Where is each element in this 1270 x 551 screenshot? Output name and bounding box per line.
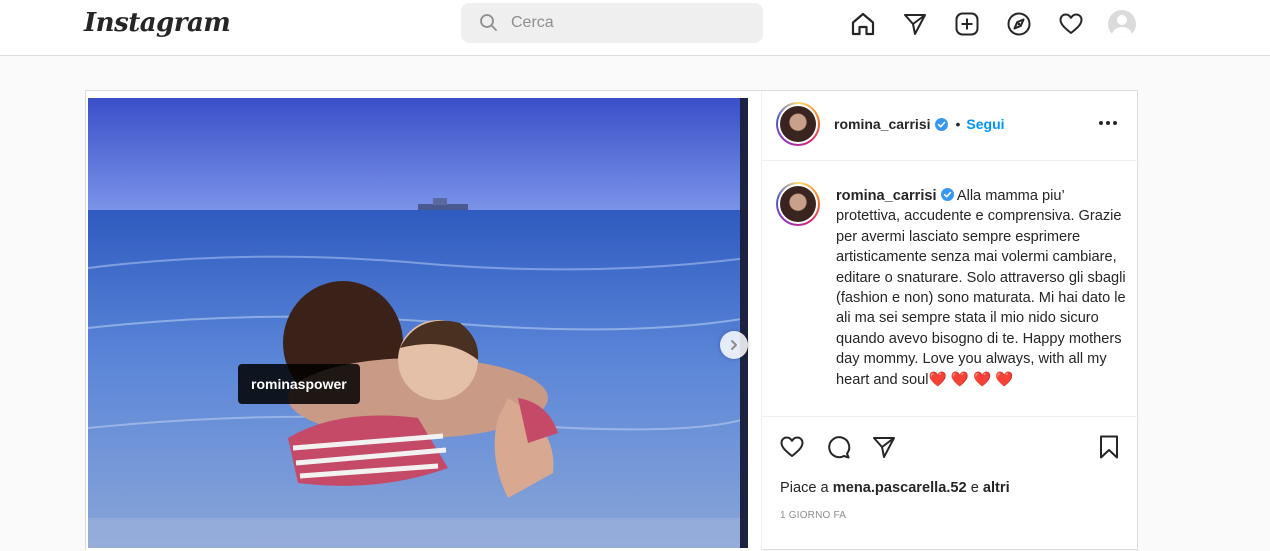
caption-author-username[interactable]: romina_carrisi — [836, 188, 937, 204]
new-post-icon[interactable] — [952, 9, 982, 39]
author-row: romina_carrisi • Segui — [834, 116, 1005, 132]
home-icon[interactable] — [848, 9, 878, 39]
post-sidebar: romina_carrisi • Segui romina_carrisi Al… — [761, 91, 1139, 551]
search-input[interactable] — [511, 14, 751, 32]
post-photo[interactable] — [88, 98, 748, 548]
nav-icons — [848, 8, 1136, 40]
search-box[interactable] — [461, 3, 763, 43]
author-username[interactable]: romina_carrisi — [834, 116, 931, 132]
chevron-right-icon — [731, 340, 737, 350]
follow-button[interactable]: Segui — [966, 116, 1004, 132]
explore-icon[interactable] — [1004, 9, 1034, 39]
action-icons — [778, 433, 916, 461]
post-caption: romina_carrisi Alla mamma piu’ protettiv… — [836, 186, 1128, 390]
verified-badge-icon — [940, 187, 954, 201]
share-icon[interactable] — [870, 433, 898, 461]
comments-area: romina_carrisi Alla mamma piu’ protettiv… — [762, 162, 1139, 416]
more-options-icon[interactable] — [1096, 111, 1120, 135]
likes-summary: Piace a mena.pascarella.52 e altri — [780, 480, 1010, 496]
caption-author-avatar[interactable] — [776, 182, 820, 226]
post-timestamp[interactable]: 1 GIORNO FA — [780, 510, 846, 521]
caption-hearts: ❤️ ❤️ ❤️ ❤️ — [928, 371, 1014, 388]
top-navigation-bar: Instagram — [0, 0, 1270, 56]
save-bookmark-icon[interactable] — [1095, 433, 1123, 461]
post-card: rominaspower romina_carrisi • Segui romi… — [85, 90, 1139, 551]
search-icon — [479, 13, 499, 33]
post-actions: Piace a mena.pascarella.52 e altri 1 GIO… — [762, 416, 1139, 551]
direct-message-icon[interactable] — [900, 9, 930, 39]
verified-badge-icon — [934, 117, 948, 131]
photo-user-tag[interactable]: rominaspower — [238, 364, 360, 404]
instagram-logo[interactable]: Instagram — [84, 8, 231, 38]
likes-others-link[interactable]: altri — [983, 480, 1010, 496]
likes-prefix: Piace a — [780, 480, 829, 496]
post-media: rominaspower — [86, 91, 761, 551]
caption-text: Alla mamma piu’ protettiva, accudente e … — [836, 188, 1126, 388]
likes-middle: e — [970, 480, 979, 496]
post-header: romina_carrisi • Segui — [762, 91, 1139, 161]
activity-heart-icon[interactable] — [1056, 9, 1086, 39]
author-avatar[interactable] — [776, 102, 820, 146]
profile-avatar[interactable] — [1108, 10, 1136, 38]
comment-icon[interactable] — [824, 433, 852, 461]
separator-dot: • — [955, 116, 961, 132]
carousel-next-button[interactable] — [720, 331, 748, 359]
likes-user-link[interactable]: mena.pascarella.52 — [833, 480, 967, 496]
like-heart-icon[interactable] — [778, 433, 806, 461]
